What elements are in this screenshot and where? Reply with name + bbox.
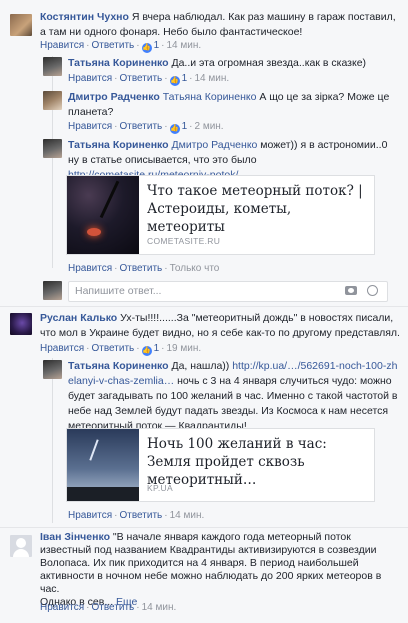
avatar[interactable]	[10, 535, 32, 557]
like-link[interactable]: Нравится	[40, 602, 84, 613]
reply-body: Татьяна Кориненко Да..и эта огромная зве…	[68, 56, 398, 71]
comment-author[interactable]: Іван Зінченко	[40, 531, 110, 543]
reply-body: Татьяна Кориненко Да, нашла)) http://kp.…	[68, 359, 398, 434]
preview-image	[67, 429, 139, 501]
comment-author[interactable]: Костянтин Чухно	[40, 11, 129, 23]
avatar[interactable]	[43, 57, 62, 76]
comment-actions: Нравится · Ответить · 👍 1 · 14 мин.	[40, 40, 202, 53]
reply-actions: Нравится · Ответить · 14 мин.	[68, 510, 205, 521]
timestamp[interactable]: 2 мин.	[194, 121, 223, 132]
like-count[interactable]: 1	[154, 343, 160, 354]
mention[interactable]: Дмитро Радченко	[171, 139, 257, 151]
comment-author[interactable]: Руслан Калько	[40, 312, 117, 324]
reply-author[interactable]: Татьяна Кориненко	[68, 139, 169, 151]
default-avatar-body	[13, 549, 29, 557]
link-preview-card[interactable]: Что такое метеорный поток? | Астероиды, …	[66, 175, 375, 255]
like-count-icon: 👍	[141, 43, 152, 53]
like-count[interactable]: 1	[182, 73, 188, 84]
like-count[interactable]: 1	[182, 121, 188, 132]
avatar	[43, 281, 62, 300]
thread-line	[52, 56, 53, 268]
like-link[interactable]: Нравится	[68, 263, 112, 274]
like-link[interactable]: Нравится	[68, 510, 112, 521]
treeline-silhouette	[67, 487, 139, 501]
meteor-streak	[89, 439, 99, 461]
avatar[interactable]	[43, 360, 62, 379]
like-link[interactable]: Нравится	[68, 73, 112, 84]
reply-actions: Нравится · Ответить · 👍 1 · 2 мин.	[68, 121, 224, 134]
timestamp[interactable]: 19 мин.	[166, 343, 201, 354]
like-count-icon: 👍	[169, 76, 180, 86]
like-count-icon: 👍	[169, 124, 180, 134]
reply-input[interactable]: Напишите ответ...	[68, 281, 388, 302]
timestamp[interactable]: 14 мин.	[142, 602, 177, 613]
reply-link[interactable]: Ответить	[119, 121, 162, 132]
reply-link[interactable]: Ответить	[91, 40, 134, 51]
preview-source: COMETASITE.RU	[147, 236, 221, 246]
like-count[interactable]: 1	[154, 40, 160, 51]
camera-icon[interactable]	[345, 286, 357, 295]
comment-body: Руслан Калько Ух-ты!!!!......За "метеори…	[40, 311, 400, 341]
comment-actions: Нравится · Ответить · 👍 1 · 19 мин.	[40, 343, 202, 356]
reply-link[interactable]: Ответить	[91, 602, 134, 613]
like-count-icon: 👍	[141, 346, 152, 356]
reply-author[interactable]: Дмитро Радченко	[68, 91, 160, 103]
divider	[0, 527, 408, 528]
timestamp[interactable]: 14 мин.	[170, 510, 205, 521]
telescope-silhouette	[99, 180, 140, 228]
reply-author[interactable]: Татьяна Кориненко	[68, 57, 169, 69]
timestamp[interactable]: Только что	[170, 263, 220, 274]
timestamp[interactable]: 14 мин.	[166, 40, 201, 51]
avatar[interactable]	[43, 139, 62, 158]
like-link[interactable]: Нравится	[40, 40, 84, 51]
campfire-glow	[87, 228, 101, 236]
link-preview-card[interactable]: Ночь 100 желаний в час: Земля пройдет ск…	[66, 428, 375, 502]
mention[interactable]: Татьяна Кориненко	[163, 91, 257, 103]
reply-body: Дмитро Радченко Татьяна Кориненко А що ц…	[68, 90, 398, 120]
reply-placeholder: Напишите ответ...	[75, 285, 162, 297]
comment-body: Костянтин Чухно Я вчера наблюдал. Как ра…	[40, 10, 400, 40]
avatar[interactable]	[10, 14, 32, 36]
reply-actions: Нравится · Ответить · 👍 1 · 14 мин.	[68, 73, 230, 86]
divider	[0, 306, 408, 307]
avatar[interactable]	[10, 313, 32, 335]
default-avatar-head	[16, 538, 26, 548]
reply-link[interactable]: Ответить	[119, 73, 162, 84]
comment-body: Іван Зінченко "В начале января каждого г…	[40, 531, 400, 609]
reply-link[interactable]: Ответить	[119, 263, 162, 274]
reply-text: Да..и эта огромная звезда..как в сказке)	[171, 57, 367, 69]
reply-link[interactable]: Ответить	[91, 343, 134, 354]
sticker-icon[interactable]	[367, 285, 378, 296]
reply-link[interactable]: Ответить	[119, 510, 162, 521]
timestamp[interactable]: 14 мин.	[194, 73, 229, 84]
thread-line	[52, 358, 53, 523]
preview-title[interactable]: Что такое метеорный поток? | Астероиды, …	[147, 182, 369, 236]
preview-image	[67, 176, 140, 254]
preview-title[interactable]: Ночь 100 желаний в час: Земля пройдет ск…	[147, 435, 369, 489]
avatar[interactable]	[43, 91, 62, 110]
reply-actions: Нравится · Ответить · Только что	[68, 263, 220, 274]
reply-text-pre: Да, нашла))	[171, 360, 230, 372]
like-link[interactable]: Нравится	[68, 121, 112, 132]
reply-author[interactable]: Татьяна Кориненко	[68, 360, 169, 372]
like-link[interactable]: Нравится	[40, 343, 84, 354]
comment-actions: Нравится · Ответить · 14 мин.	[40, 602, 177, 613]
preview-source: KP.UA	[147, 483, 173, 493]
